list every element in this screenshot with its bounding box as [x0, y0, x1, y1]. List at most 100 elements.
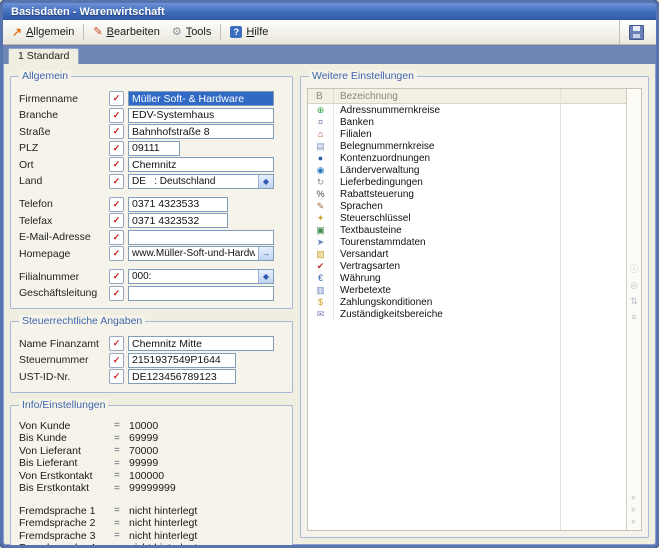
menu-hilfe-label: Hilfe [246, 26, 268, 38]
field-input-firmenname[interactable] [128, 91, 274, 106]
list-item-steuerschlüssel[interactable]: ✦Steuerschlüssel [308, 212, 626, 224]
edit-check-icon[interactable]: ✓ [109, 157, 124, 172]
equals-icon: = [114, 543, 129, 548]
list-item-belegnummernkreise[interactable]: ▤Belegnummernkreise [308, 140, 626, 152]
field-input-homepage[interactable] [129, 247, 258, 260]
settings-list-box: B Bezeichnung ⊕Adressnummernkreise¤Banke… [307, 88, 642, 531]
edit-check-icon[interactable]: ✓ [109, 353, 124, 368]
list-item-länderverwaltung[interactable]: ◉Länderverwaltung [308, 164, 626, 176]
list-item-banken[interactable]: ¤Banken [308, 116, 626, 128]
field-input-branche[interactable] [128, 108, 274, 123]
group-info-title: Info/Einstellungen [19, 399, 108, 411]
list-item-adressnummernkreise[interactable]: ⊕Adressnummernkreise [308, 104, 626, 116]
tour-master-data-icon: ➤ [317, 238, 325, 247]
edit-check-icon[interactable]: ✓ [109, 91, 124, 106]
field-label: Branche [19, 109, 109, 121]
open-link-button[interactable]: → [258, 247, 273, 260]
edit-check-icon[interactable]: ✓ [109, 141, 124, 156]
edit-check-icon[interactable]: ✓ [109, 336, 124, 351]
info-row-von-lieferant: Von Lieferant=70000 [19, 445, 284, 458]
info-icon[interactable]: ⓘ [629, 265, 638, 274]
field-input-steuernummer[interactable] [128, 353, 236, 368]
field-label: Geschäftsleitung [19, 287, 109, 299]
info-value: 69999 [129, 432, 158, 444]
dropdown-button[interactable]: ◆ [258, 175, 273, 188]
sort-icon[interactable]: ⇅ [630, 297, 638, 306]
edit-check-icon[interactable]: ✓ [109, 174, 124, 189]
info-row-bis-kunde: Bis Kunde=69999 [19, 432, 284, 445]
content-area: Allgemein Firmenname✓Branche✓Straße✓PLZ✓… [3, 64, 656, 545]
list-item-währung[interactable]: €Währung [308, 272, 626, 284]
list-item-versandart[interactable]: ▧Versandart [308, 248, 626, 260]
list-item-werbetexte[interactable]: ▥Werbetexte [308, 284, 626, 296]
languages-icon: ✎ [317, 202, 325, 211]
edit-check-icon[interactable]: ✓ [109, 286, 124, 301]
left-column: Allgemein Firmenname✓Branche✓Straße✓PLZ✓… [10, 71, 293, 538]
scroll-down-icon[interactable]: » [629, 507, 638, 512]
list-item-zahlungskonditionen[interactable]: $Zahlungskonditionen [308, 296, 626, 308]
column-header-b[interactable]: B [308, 89, 334, 103]
list-item-label: Währung [334, 272, 381, 284]
list-item-vertragsarten[interactable]: ✔Vertragsarten [308, 260, 626, 272]
field-row-ort: Ort✓ [19, 157, 284, 172]
list-item-tourenstammdaten[interactable]: ➤Tourenstammdaten [308, 236, 626, 248]
tab-standard[interactable]: 1 Standard [8, 48, 79, 64]
field-input-ust-id-nr[interactable] [128, 369, 236, 384]
field-input-plz[interactable] [128, 141, 180, 156]
menu-allgemein[interactable]: ↗ Allgemein [6, 24, 80, 40]
field-label: Firmenname [19, 93, 109, 105]
menu-tools[interactable]: ⚙ Tools [166, 24, 218, 40]
filter-icon[interactable]: ≡ [631, 313, 636, 322]
list-item-lieferbedingungen[interactable]: ↻Lieferbedingungen [308, 176, 626, 188]
field-input-ort[interactable] [128, 157, 274, 172]
list-item-rabattsteuerung[interactable]: %Rabattsteuerung [308, 188, 626, 200]
edit-check-icon[interactable]: ✓ [109, 124, 124, 139]
menu-bearbeiten[interactable]: ✎ Bearbeiten [87, 24, 165, 40]
list-item-label: Filialen [334, 128, 372, 140]
scroll-down-icon[interactable]: » [629, 495, 638, 500]
document-number-ranges-icon: ▤ [316, 142, 325, 151]
list-item-filialen[interactable]: ⌂Filialen [308, 128, 626, 140]
info-label: Bis Lieferant [19, 457, 114, 469]
equals-icon: = [114, 505, 129, 516]
dropdown-button[interactable]: ◆ [258, 270, 273, 283]
save-button[interactable] [619, 20, 653, 44]
edit-check-icon[interactable]: ✓ [109, 269, 124, 284]
list-item-kontenzuordnungen[interactable]: ●Kontenzuordnungen [308, 152, 626, 164]
combo-filialnummer: ◆ [128, 269, 274, 284]
edit-check-icon[interactable]: ✓ [109, 213, 124, 228]
menu-allgemein-label: Allgemein [26, 26, 74, 38]
field-input-e-mail-adresse[interactable] [128, 230, 274, 245]
list-item-sprachen[interactable]: ✎Sprachen [308, 200, 626, 212]
field-label: Ort [19, 159, 109, 171]
field-input-land[interactable] [129, 175, 258, 188]
edit-check-icon[interactable]: ✓ [109, 197, 124, 212]
edit-check-icon[interactable]: ✓ [109, 246, 124, 261]
column-header-bezeichnung[interactable]: Bezeichnung [334, 91, 398, 102]
list-item-textbausteine[interactable]: ▣Textbausteine [308, 224, 626, 236]
list-item-icon-cell: ➤ [308, 236, 334, 248]
search-icon[interactable]: ◎ [630, 281, 638, 290]
info-value: 99999 [129, 457, 158, 469]
list-item-label: Kontenzuordnungen [334, 152, 430, 164]
field-input-telefax[interactable] [128, 213, 228, 228]
edit-check-icon[interactable]: ✓ [109, 108, 124, 123]
list-item-label: Banken [334, 116, 374, 128]
field-input-telefon[interactable] [128, 197, 228, 212]
edit-check-icon[interactable]: ✓ [109, 230, 124, 245]
list-item-zuständigkeitsbereiche[interactable]: ✉Zuständigkeitsbereiche [308, 308, 626, 320]
list-item-label: Steuerschlüssel [334, 212, 411, 224]
info-value: 99999999 [129, 482, 176, 494]
field-label: UST-ID-Nr. [19, 371, 109, 383]
menu-hilfe[interactable]: ? Hilfe [224, 24, 274, 40]
field-input-filialnummer[interactable] [129, 270, 258, 283]
info-row-fremdsprache-4: Fremdsprache 4=nicht hinterlegt [19, 542, 284, 548]
field-row-name-finanzamt: Name Finanzamt✓ [19, 336, 284, 351]
titlebar[interactable]: Basisdaten - Warenwirtschaft [3, 3, 656, 20]
field-input-straße[interactable] [128, 124, 274, 139]
list-item-label: Vertragsarten [334, 260, 400, 272]
field-input-geschäftsleitung[interactable] [128, 286, 274, 301]
edit-check-icon[interactable]: ✓ [109, 369, 124, 384]
field-input-name-finanzamt[interactable] [128, 336, 274, 351]
scroll-down-icon[interactable]: » [629, 519, 638, 524]
